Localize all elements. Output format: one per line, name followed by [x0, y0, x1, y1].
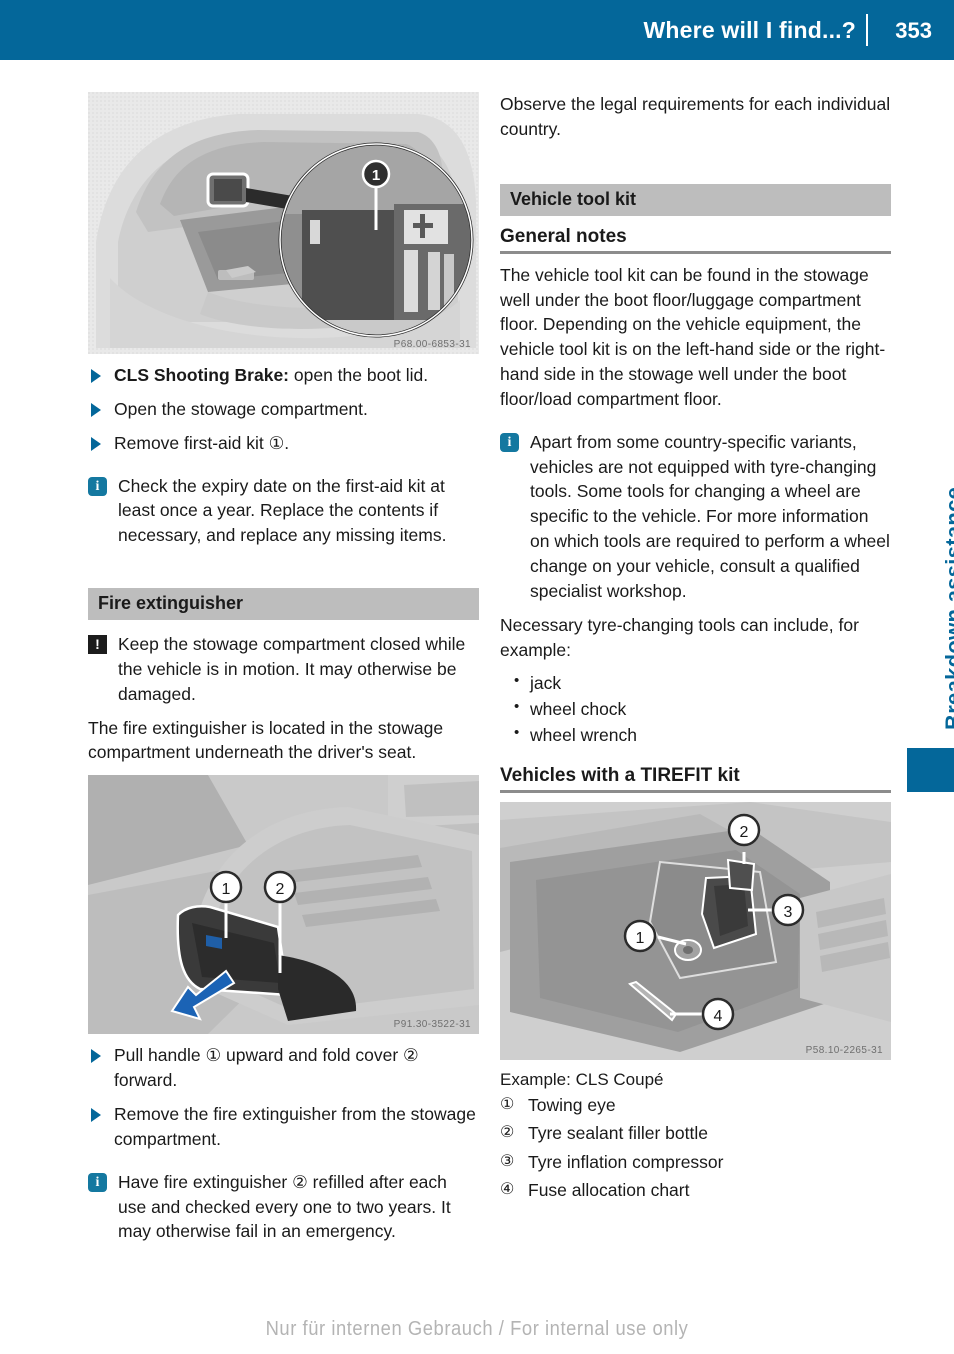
- triangle-right-icon: [91, 402, 101, 417]
- figure-fire-extinguisher-seat: 1 2 P91.30-3522-31: [88, 775, 479, 1035]
- info-icon: i: [88, 476, 107, 496]
- note-tyre-changing-tools: i Apart from some country-specific varia…: [500, 430, 891, 604]
- figure-first-aid-kit-image: 1: [88, 92, 479, 354]
- sub-heading-general-notes: General notes: [500, 226, 891, 254]
- step-item: Pull handle ① upward and fold cover ② fo…: [88, 1043, 479, 1093]
- note-text: Check the expiry date on the first-aid k…: [118, 475, 447, 546]
- list-item: wheel chock: [514, 696, 891, 723]
- step-text: open the boot lid.: [289, 365, 429, 385]
- right-column: Observe the legal requirements for each …: [500, 92, 891, 1204]
- tools-list: jack wheel chock wheel wrench: [500, 670, 891, 749]
- side-tab-marker: [907, 748, 954, 792]
- side-tab-label: Breakdown assistance: [941, 486, 954, 730]
- svg-text:3: 3: [784, 904, 793, 921]
- triangle-right-icon: [91, 436, 101, 451]
- callout-number: ③: [500, 1152, 515, 1170]
- legend-label: Fuse allocation chart: [528, 1180, 690, 1201]
- warning-stowage-compartment: ! Keep the stowage compartment closed wh…: [88, 632, 479, 707]
- figure-fire-extinguisher-seat-image: 1 2: [88, 775, 479, 1035]
- step-text: Remove first-aid kit ①.: [114, 432, 290, 453]
- step-item: Open the stowage compartment.: [88, 397, 479, 422]
- warning-text: Keep the stowage compartment closed whil…: [118, 634, 466, 704]
- triangle-right-icon: [91, 1049, 101, 1064]
- legend-item: ④ Fuse allocation chart: [500, 1178, 891, 1203]
- info-icon: i: [88, 1172, 107, 1192]
- page-number: 353: [895, 18, 932, 43]
- legend-label: Tyre inflation compressor: [528, 1151, 724, 1172]
- note-first-aid: i Check the expiry date on the first-aid…: [88, 474, 479, 549]
- warning-icon: !: [88, 635, 107, 655]
- callout-number: ①: [500, 1096, 515, 1114]
- step-item: Remove the fire extinguisher from the st…: [88, 1102, 479, 1152]
- legend-label: Tyre sealant filler bottle: [528, 1123, 708, 1144]
- triangle-right-icon: [91, 369, 101, 383]
- step-text: Open the stowage compartment.: [114, 398, 368, 419]
- fire-extinguisher-location-text: The fire extinguisher is located in the …: [88, 717, 444, 763]
- legend-caption: Example: CLS Coupé: [500, 1070, 664, 1090]
- svg-text:1: 1: [372, 167, 380, 184]
- step-item: Remove first-aid kit ①.: [88, 431, 479, 456]
- step-text: Remove the fire extinguisher from the st…: [114, 1103, 476, 1149]
- svg-text:4: 4: [714, 1008, 723, 1025]
- left-column: 1 P68.00-6853-31 CLS Shooting Brake: ope…: [88, 92, 479, 1244]
- note-text: Apart from some country-specific variant…: [530, 431, 890, 601]
- step-lead: CLS Shooting Brake:: [114, 365, 290, 385]
- triangle-right-icon: [91, 1107, 101, 1122]
- svg-text:1: 1: [222, 881, 231, 898]
- callout-number: ④: [500, 1181, 515, 1199]
- legend-item: ③ Tyre inflation compressor: [500, 1150, 891, 1175]
- callout-number: ②: [500, 1124, 515, 1142]
- svg-text:2: 2: [276, 881, 285, 898]
- note-refill: i Have fire extinguisher ② refilled afte…: [88, 1170, 479, 1245]
- figure-code: P91.30-3522-31: [393, 1019, 471, 1031]
- sub-heading-tirefit: Vehicles with a TIREFIT kit: [500, 765, 891, 794]
- legend-item: ① Towing eye: [500, 1093, 891, 1118]
- footer-watermark: Nur für internen Gebrauch / For internal…: [265, 1318, 689, 1340]
- svg-text:1: 1: [636, 930, 645, 947]
- figure-tirefit-kit: 2 3 1 4 P58.10-2265-31: [500, 802, 891, 1061]
- figure-tirefit-kit-image: 2 3 1 4: [500, 802, 891, 1061]
- svg-text:2: 2: [740, 824, 749, 841]
- figure-code: P58.10-2265-31: [805, 1045, 883, 1057]
- info-icon: i: [500, 432, 519, 452]
- step-text: Pull handle ① upward and fold cover ② fo…: [114, 1045, 419, 1091]
- header-divider: [866, 14, 868, 46]
- section-heading-vehicle-tool-kit: Vehicle tool kit: [500, 183, 891, 216]
- figure-code: P68.00-6853-31: [393, 339, 471, 350]
- tools-lead-text: Necessary tyre-changing tools can includ…: [500, 614, 859, 660]
- list-item: wheel wrench: [514, 722, 891, 749]
- figure-first-aid-kit: 1 P68.00-6853-31: [88, 92, 479, 354]
- page-title: Where will I find...?: [643, 17, 856, 43]
- legend-label: Towing eye: [528, 1095, 616, 1116]
- list-item: jack: [514, 670, 891, 697]
- step-item: CLS Shooting Brake: open the boot lid.: [88, 363, 479, 388]
- page-header: Where will I find...? 353: [0, 0, 954, 60]
- general-notes-text: The vehicle tool kit can be found in the…: [500, 264, 886, 409]
- intro-text: Observe the legal requirements for each …: [500, 94, 891, 139]
- note-text: Have fire extinguisher ② refilled after …: [118, 1171, 451, 1242]
- legend-item: ② Tyre sealant filler bottle: [500, 1121, 891, 1146]
- section-heading-fire-extinguisher: Fire extinguisher: [88, 588, 479, 621]
